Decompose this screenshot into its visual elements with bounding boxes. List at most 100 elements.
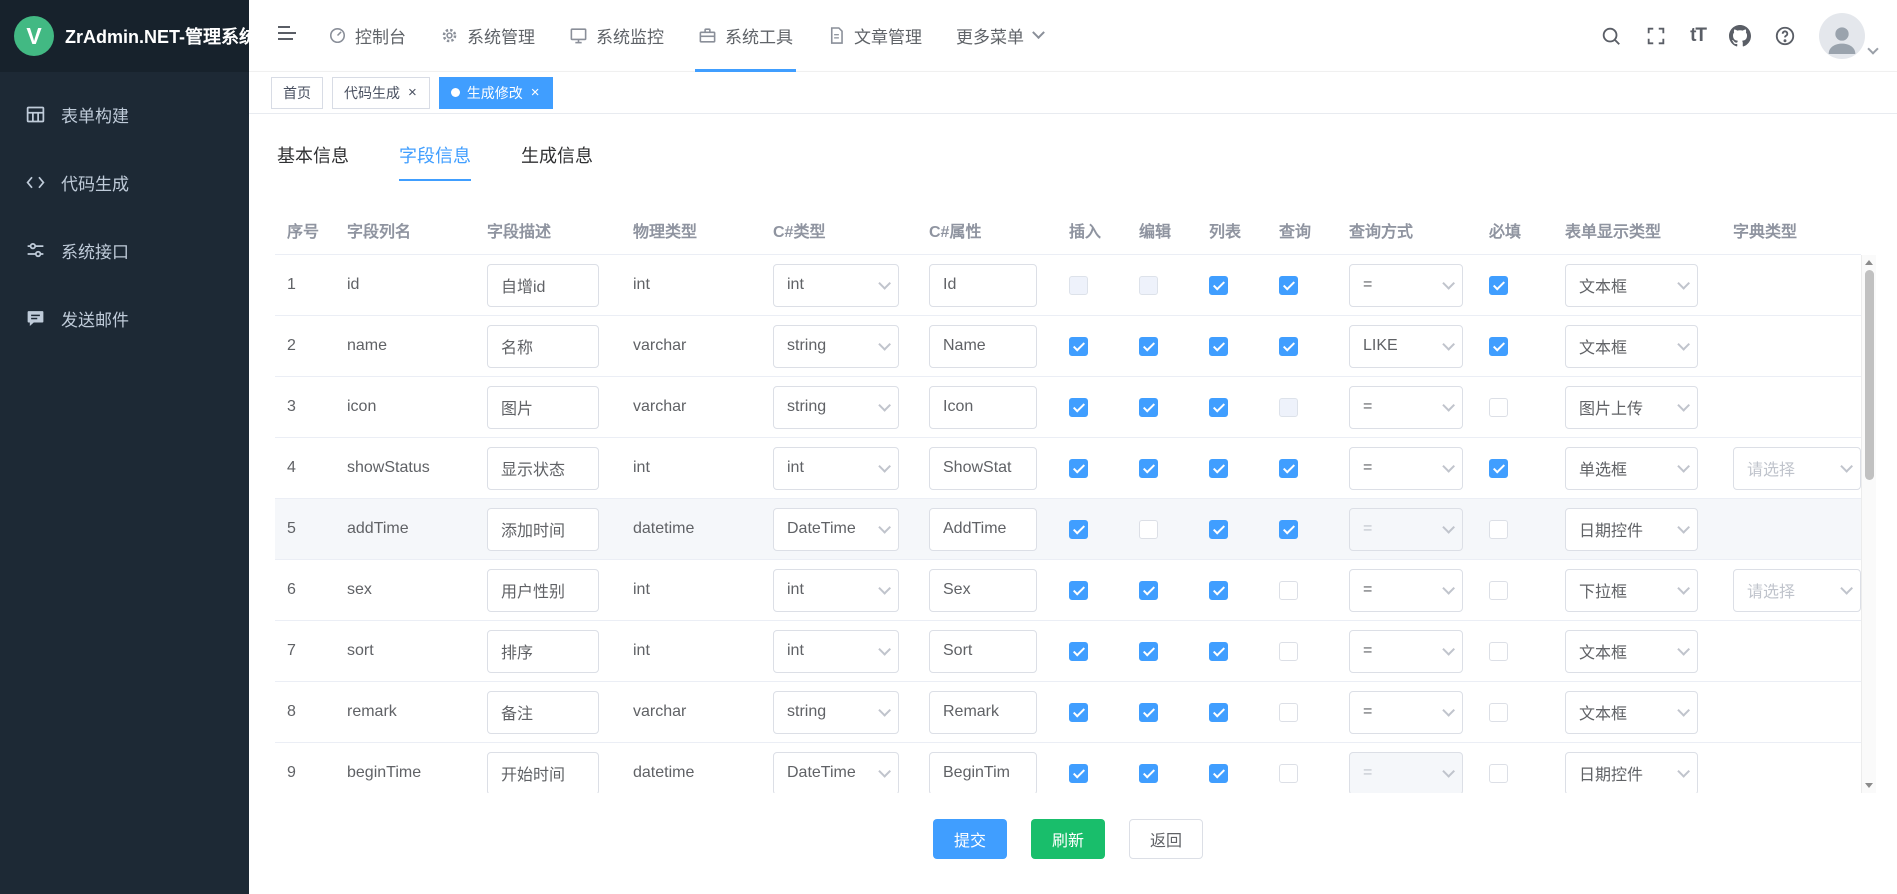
csharp-type-select[interactable]: DateTime bbox=[773, 508, 899, 551]
csharp-type-select[interactable]: int bbox=[773, 264, 899, 307]
scrollbar-thumb[interactable] bbox=[1865, 270, 1874, 480]
tab-gen-info[interactable]: 生成信息 bbox=[521, 142, 593, 181]
sidebar-toggle-button[interactable] bbox=[263, 0, 311, 71]
query-checkbox[interactable] bbox=[1279, 581, 1298, 600]
query-checkbox[interactable] bbox=[1279, 703, 1298, 722]
required-checkbox[interactable] bbox=[1489, 337, 1508, 356]
back-button[interactable]: 返回 bbox=[1129, 819, 1203, 859]
dict-type-select[interactable]: 请选择 bbox=[1733, 447, 1861, 490]
list-checkbox[interactable] bbox=[1209, 581, 1228, 600]
query-mode-select[interactable]: = bbox=[1349, 569, 1463, 612]
csharp-prop-input[interactable] bbox=[929, 569, 1037, 612]
insert-checkbox[interactable] bbox=[1069, 459, 1088, 478]
insert-checkbox[interactable] bbox=[1069, 337, 1088, 356]
display-type-select[interactable]: 日期控件 bbox=[1565, 508, 1698, 551]
fullscreen-icon[interactable] bbox=[1645, 25, 1667, 47]
field-desc-input[interactable] bbox=[487, 325, 599, 368]
csharp-type-select[interactable]: string bbox=[773, 691, 899, 734]
dict-type-select[interactable]: 请选择 bbox=[1733, 569, 1861, 612]
query-mode-select[interactable]: = bbox=[1349, 630, 1463, 673]
required-checkbox[interactable] bbox=[1489, 703, 1508, 722]
list-checkbox[interactable] bbox=[1209, 459, 1228, 478]
edit-checkbox[interactable] bbox=[1139, 520, 1158, 539]
csharp-prop-input[interactable] bbox=[929, 264, 1037, 307]
csharp-prop-input[interactable] bbox=[929, 325, 1037, 368]
insert-checkbox[interactable] bbox=[1069, 764, 1088, 783]
csharp-prop-input[interactable] bbox=[929, 630, 1037, 673]
display-type-select[interactable]: 文本框 bbox=[1565, 630, 1698, 673]
csharp-type-select[interactable]: int bbox=[773, 569, 899, 612]
insert-checkbox[interactable] bbox=[1069, 398, 1088, 417]
required-checkbox[interactable] bbox=[1489, 581, 1508, 600]
tab-basic-info[interactable]: 基本信息 bbox=[277, 142, 349, 181]
user-menu[interactable] bbox=[1819, 13, 1877, 59]
query-checkbox[interactable] bbox=[1279, 276, 1298, 295]
csharp-type-select[interactable]: string bbox=[773, 325, 899, 368]
csharp-prop-input[interactable] bbox=[929, 386, 1037, 429]
query-checkbox[interactable] bbox=[1279, 520, 1298, 539]
nav-item-more-menu[interactable]: 更多菜单 bbox=[939, 0, 1060, 71]
csharp-type-select[interactable]: string bbox=[773, 386, 899, 429]
field-desc-input[interactable] bbox=[487, 447, 599, 490]
csharp-prop-input[interactable] bbox=[929, 447, 1037, 490]
display-type-select[interactable]: 文本框 bbox=[1565, 264, 1698, 307]
list-checkbox[interactable] bbox=[1209, 642, 1228, 661]
close-icon[interactable]: × bbox=[530, 85, 541, 100]
insert-checkbox[interactable] bbox=[1069, 642, 1088, 661]
sidebar-item-code-gen[interactable]: 代码生成 bbox=[0, 148, 249, 216]
display-type-select[interactable]: 文本框 bbox=[1565, 325, 1698, 368]
field-desc-input[interactable] bbox=[487, 691, 599, 734]
display-type-select[interactable]: 文本框 bbox=[1565, 691, 1698, 734]
list-checkbox[interactable] bbox=[1209, 520, 1228, 539]
query-mode-select[interactable]: = bbox=[1349, 447, 1463, 490]
display-type-select[interactable]: 下拉框 bbox=[1565, 569, 1698, 612]
query-checkbox[interactable] bbox=[1279, 459, 1298, 478]
insert-checkbox[interactable] bbox=[1069, 520, 1088, 539]
scroll-down-button[interactable] bbox=[1862, 778, 1876, 793]
query-mode-select[interactable]: = bbox=[1349, 264, 1463, 307]
nav-item-system-tools[interactable]: 系统工具 bbox=[681, 0, 810, 71]
required-checkbox[interactable] bbox=[1489, 398, 1508, 417]
csharp-type-select[interactable]: int bbox=[773, 447, 899, 490]
list-checkbox[interactable] bbox=[1209, 337, 1228, 356]
edit-checkbox[interactable] bbox=[1139, 337, 1158, 356]
csharp-type-select[interactable]: int bbox=[773, 630, 899, 673]
display-type-select[interactable]: 图片上传 bbox=[1565, 386, 1698, 429]
query-mode-select[interactable]: = bbox=[1349, 691, 1463, 734]
tab-field-info[interactable]: 字段信息 bbox=[399, 142, 471, 181]
nav-item-system-manage[interactable]: 系统管理 bbox=[423, 0, 552, 71]
insert-checkbox[interactable] bbox=[1069, 703, 1088, 722]
sidebar-item-form-build[interactable]: 表单构建 bbox=[0, 80, 249, 148]
required-checkbox[interactable] bbox=[1489, 520, 1508, 539]
query-mode-select[interactable]: LIKE bbox=[1349, 325, 1463, 368]
nav-item-article-manage[interactable]: 文章管理 bbox=[810, 0, 939, 71]
submit-button[interactable]: 提交 bbox=[933, 819, 1007, 859]
nav-item-console[interactable]: 控制台 bbox=[311, 0, 423, 71]
list-checkbox[interactable] bbox=[1209, 398, 1228, 417]
csharp-type-select[interactable]: DateTime bbox=[773, 752, 899, 794]
display-type-select[interactable]: 单选框 bbox=[1565, 447, 1698, 490]
edit-checkbox[interactable] bbox=[1139, 581, 1158, 600]
tag-home[interactable]: 首页 bbox=[271, 77, 323, 109]
edit-checkbox[interactable] bbox=[1139, 459, 1158, 478]
csharp-prop-input[interactable] bbox=[929, 508, 1037, 551]
list-checkbox[interactable] bbox=[1209, 276, 1228, 295]
field-desc-input[interactable] bbox=[487, 569, 599, 612]
tag-gen-edit[interactable]: 生成修改 × bbox=[439, 77, 553, 109]
field-desc-input[interactable] bbox=[487, 386, 599, 429]
field-desc-input[interactable] bbox=[487, 752, 599, 794]
required-checkbox[interactable] bbox=[1489, 642, 1508, 661]
query-checkbox[interactable] bbox=[1279, 764, 1298, 783]
csharp-prop-input[interactable] bbox=[929, 691, 1037, 734]
insert-checkbox[interactable] bbox=[1069, 581, 1088, 600]
edit-checkbox[interactable] bbox=[1139, 642, 1158, 661]
field-desc-input[interactable] bbox=[487, 630, 599, 673]
app-logo[interactable]: V ZrAdmin.NET-管理系统 bbox=[0, 0, 249, 72]
refresh-button[interactable]: 刷新 bbox=[1031, 819, 1105, 859]
search-icon[interactable] bbox=[1600, 25, 1622, 47]
github-icon[interactable] bbox=[1729, 25, 1751, 47]
query-checkbox[interactable] bbox=[1279, 337, 1298, 356]
list-checkbox[interactable] bbox=[1209, 764, 1228, 783]
close-icon[interactable]: × bbox=[407, 85, 418, 100]
required-checkbox[interactable] bbox=[1489, 276, 1508, 295]
